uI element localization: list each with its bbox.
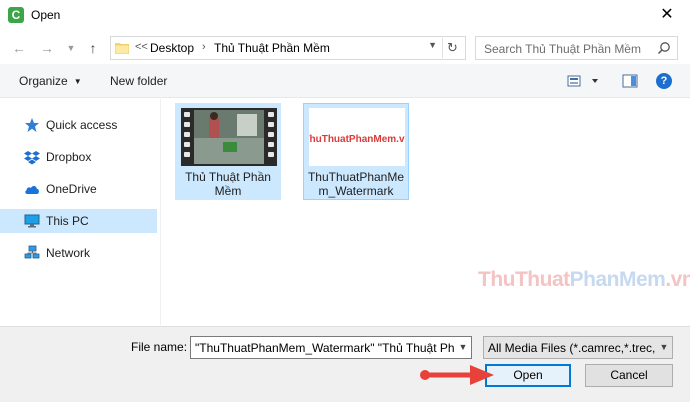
sidebar-item-label: This PC xyxy=(46,214,89,228)
breadcrumb-overflow[interactable]: << xyxy=(135,41,148,53)
image-thumbnail-icon: ThuThuatPhanMem.vn xyxy=(309,108,405,166)
file-name-field-label: File name: xyxy=(131,340,188,354)
folder-icon xyxy=(115,43,129,54)
sidebar-item-label: Network xyxy=(46,246,91,260)
navigation-pane: Quick access Dropbox OneDrive This PC Ne… xyxy=(0,99,160,325)
sidebar-item-label: Dropbox xyxy=(46,150,92,164)
organize-label: Organize xyxy=(19,74,68,88)
back-arrow-icon[interactable]: ← xyxy=(10,39,28,57)
dropbox-icon xyxy=(24,151,40,165)
command-toolbar: Organize ▼ New folder ? xyxy=(0,64,690,98)
watermark-part: PhanMem xyxy=(569,268,666,291)
sidebar-item-onedrive[interactable]: OneDrive xyxy=(0,177,157,201)
window-title: Open xyxy=(31,8,61,22)
file-name-field[interactable]: "ThuThuatPhanMem_Watermark" "Thủ Thuật P… xyxy=(190,336,472,359)
search-placeholder: Search Thủ Thuật Phần Mềm xyxy=(484,42,641,56)
file-name-dropdown-chevron-icon[interactable]: ▼ xyxy=(455,337,471,358)
network-icon xyxy=(24,245,40,259)
thumbnail-text: ThuThuatPhanMem.vn xyxy=(309,134,405,145)
filter-dropdown-chevron-icon[interactable]: ▼ xyxy=(656,337,672,358)
annotation-arrow-icon xyxy=(420,365,494,385)
address-dropdown-chevron-icon[interactable]: ▼ xyxy=(428,40,437,50)
help-icon[interactable]: ? xyxy=(656,73,672,89)
watermark-logo: ThuThuatPhanMem.vn xyxy=(478,268,690,292)
file-name-value: "ThuThuatPhanMem_Watermark" "Thủ Thuật P… xyxy=(195,341,472,355)
search-icon[interactable] xyxy=(657,41,671,55)
up-arrow-icon[interactable]: ↑ xyxy=(84,39,102,57)
sidebar-item-label: Quick access xyxy=(46,118,118,132)
recent-locations-chevron-icon[interactable]: ▼ xyxy=(62,39,80,57)
file-name-label: Thủ Thuật Phần Mềm xyxy=(185,170,271,198)
file-type-filter-select[interactable]: All Media Files (*.camrec,*.trec, ▼ xyxy=(483,336,673,359)
title-bar: C Open ✕ xyxy=(0,0,690,32)
change-view-icon[interactable] xyxy=(566,73,602,89)
star-icon xyxy=(25,118,39,132)
sidebar-item-quick-access[interactable]: Quick access xyxy=(0,113,157,137)
preview-pane-icon[interactable] xyxy=(622,73,638,89)
breadcrumb-separator-icon: › xyxy=(202,41,206,53)
forward-arrow-icon[interactable]: → xyxy=(38,39,56,57)
cancel-button[interactable]: Cancel xyxy=(585,364,673,387)
cloud-icon xyxy=(25,185,39,194)
new-folder-button[interactable]: New folder xyxy=(110,74,167,88)
app-icon: C xyxy=(8,7,24,23)
search-input[interactable]: Search Thủ Thuật Phần Mềm xyxy=(475,36,678,60)
open-button[interactable]: Open xyxy=(485,364,571,387)
refresh-icon[interactable]: ↻ xyxy=(442,38,462,58)
address-bar[interactable]: << Desktop › Thủ Thuật Phần Mềm ▼ ↻ xyxy=(110,36,466,60)
organize-button[interactable]: Organize ▼ xyxy=(19,74,82,88)
watermark-part: .vn xyxy=(665,268,690,291)
file-item-image[interactable]: ThuThuatPhanMem.vn ThuThuatPhanMem_Water… xyxy=(303,103,409,200)
sidebar-item-label: OneDrive xyxy=(46,182,97,196)
sidebar-item-this-pc[interactable]: This PC xyxy=(0,209,157,233)
file-type-filter-value: All Media Files (*.camrec,*.trec, xyxy=(488,341,656,355)
navigation-bar: ← → ▼ ↑ << Desktop › Thủ Thuật Phần Mềm … xyxy=(0,32,690,64)
close-icon[interactable]: ✕ xyxy=(644,0,690,30)
sidebar-item-network[interactable]: Network xyxy=(0,241,157,265)
dialog-footer: File name: "ThuThuatPhanMem_Watermark" "… xyxy=(0,326,690,402)
sidebar-item-dropbox[interactable]: Dropbox xyxy=(0,145,157,169)
computer-icon xyxy=(24,214,40,228)
breadcrumb-desktop[interactable]: Desktop xyxy=(150,41,194,55)
organize-chevron-icon: ▼ xyxy=(73,77,82,86)
file-item-video[interactable]: Thủ Thuật Phần Mềm xyxy=(175,103,281,200)
breadcrumb-current-folder[interactable]: Thủ Thuật Phần Mềm xyxy=(214,41,330,55)
file-name-label: ThuThuatPhanMem_Watermark xyxy=(307,170,405,198)
watermark-part: ThuThuat xyxy=(478,268,570,291)
video-thumbnail-icon xyxy=(181,108,277,166)
